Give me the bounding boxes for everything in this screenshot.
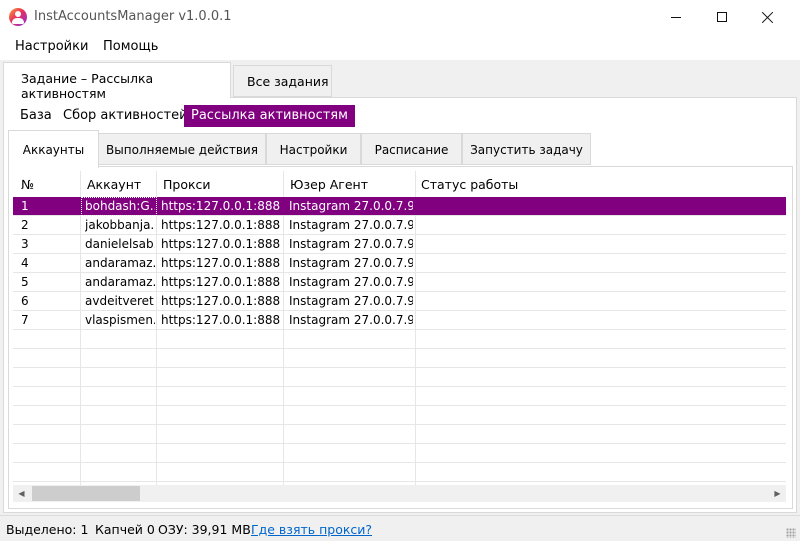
cell-status: [421, 294, 781, 310]
cell-proxy: https:127.0.0.1:8888: [161, 275, 281, 289]
empty-row: [13, 425, 786, 444]
empty-row: [13, 349, 786, 368]
column-header-status[interactable]: Статус работы: [421, 177, 518, 192]
cell-proxy: https:127.0.0.1:8888: [161, 218, 281, 232]
table-row[interactable]: 6 avdeitveret... https:127.0.0.1:8888 In…: [13, 292, 786, 311]
cell-number: 2: [21, 218, 29, 232]
cell-user-agent: Instagram 27.0.0.7.97...: [289, 237, 413, 251]
scroll-thumb[interactable]: [32, 486, 140, 501]
subtab-collect-activities[interactable]: Сбор активностей: [56, 105, 195, 127]
cell-proxy: https:127.0.0.1:8888: [161, 294, 281, 308]
tab-run-task[interactable]: Запустить задачу: [462, 133, 591, 165]
captcha-count: Капчей 0: [95, 522, 155, 537]
cell-number: 3: [21, 237, 29, 251]
cell-account: andaramaz...: [85, 275, 155, 289]
accounts-grid[interactable]: № Аккаунт Прокси Юзер Агент Статус работ…: [13, 171, 786, 485]
empty-row: [13, 406, 786, 425]
grid-header: № Аккаунт Прокси Юзер Агент Статус работ…: [13, 171, 786, 197]
empty-row: [13, 368, 786, 387]
cell-account: bohdash:G...: [85, 199, 155, 213]
table-row[interactable]: 1 bohdash:G... https:127.0.0.1:8888 Inst…: [13, 197, 786, 216]
table-row[interactable]: 2 jakobbanja... https:127.0.0.1:8888 Ins…: [13, 216, 786, 235]
cell-status: [421, 275, 781, 291]
empty-row: [13, 463, 786, 482]
cell-number: 7: [21, 313, 29, 327]
selected-count: Выделено: 1: [6, 522, 89, 537]
column-header-account[interactable]: Аккаунт: [87, 177, 141, 192]
cell-status: [421, 218, 781, 234]
cell-user-agent: Instagram 27.0.0.7.97...: [289, 199, 413, 213]
cell-user-agent: Instagram 27.0.0.7.97...: [289, 218, 413, 232]
table-row[interactable]: 7 vlaspismen... https:127.0.0.1:8888 Ins…: [13, 311, 786, 330]
maximize-button[interactable]: [699, 0, 745, 34]
cell-status: [421, 313, 781, 329]
cell-user-agent: Instagram 27.0.0.7.97...: [289, 275, 413, 289]
cell-account: avdeitveret...: [85, 294, 155, 308]
cell-user-agent: Instagram 27.0.0.7.97...: [289, 256, 413, 270]
empty-row: [13, 387, 786, 406]
column-header-proxy[interactable]: Прокси: [163, 177, 211, 192]
resize-grip[interactable]: [786, 528, 796, 538]
ram-usage: ОЗУ: 39,91 MB: [158, 522, 251, 537]
empty-row: [13, 444, 786, 463]
cell-account: jakobbanja...: [85, 218, 155, 232]
title-bar: InstAccountsManager v1.0.0.1: [0, 0, 800, 34]
empty-row: [13, 330, 786, 349]
minimize-button[interactable]: [653, 0, 699, 34]
horizontal-scrollbar[interactable]: ◀ ▶: [13, 485, 786, 502]
cell-account: andaramaz...: [85, 256, 155, 270]
grid-body: 1 bohdash:G... https:127.0.0.1:8888 Inst…: [13, 197, 786, 482]
chevron-right-icon[interactable]: ▶: [769, 485, 786, 502]
subtab-send-activities[interactable]: Рассылка активностям: [184, 105, 355, 127]
cell-status: [421, 237, 781, 253]
tab-all-tasks[interactable]: Все задания: [233, 65, 332, 97]
status-bar: Выделено: 1 Капчей 0 ОЗУ: 39,91 MB Где в…: [0, 515, 800, 541]
window-title: InstAccountsManager v1.0.0.1: [34, 9, 232, 24]
cell-number: 4: [21, 256, 29, 270]
close-icon: [762, 11, 774, 23]
proxy-link[interactable]: Где взять прокси?: [251, 522, 372, 537]
subtab-base[interactable]: База: [13, 105, 59, 127]
cell-user-agent: Instagram 27.0.0.7.97...: [289, 294, 413, 308]
menu-bar: Настройки Помощь: [0, 34, 800, 60]
tab-current-task[interactable]: Задание – Рассылка активностям: [3, 62, 231, 101]
close-button[interactable]: [745, 0, 791, 34]
column-header-number[interactable]: №: [21, 177, 34, 192]
tab-schedule[interactable]: Расписание: [361, 133, 462, 165]
cell-proxy: https:127.0.0.1:8888: [161, 313, 281, 327]
table-row[interactable]: 3 danielelsab... https:127.0.0.1:8888 In…: [13, 235, 786, 254]
cell-account: vlaspismen...: [85, 313, 155, 327]
user-circle-icon: [9, 8, 27, 26]
cell-number: 6: [21, 294, 29, 308]
cell-account: danielelsab...: [85, 237, 155, 251]
table-row[interactable]: 4 andaramaz... https:127.0.0.1:8888 Inst…: [13, 254, 786, 273]
tab-actions[interactable]: Выполняемые действия: [98, 133, 266, 165]
cell-proxy: https:127.0.0.1:8888: [161, 256, 281, 270]
column-header-user-agent[interactable]: Юзер Агент: [290, 177, 368, 192]
cell-user-agent: Instagram 27.0.0.7.97...: [289, 313, 413, 327]
cell-proxy: https:127.0.0.1:8888: [161, 237, 281, 251]
cell-proxy: https:127.0.0.1:8888: [161, 199, 281, 213]
minimize-icon: [671, 16, 681, 18]
menu-help[interactable]: Помощь: [103, 39, 158, 54]
cell-status: [421, 256, 781, 272]
tab-accounts[interactable]: Аккаунты: [8, 130, 99, 168]
tab-settings[interactable]: Настройки: [266, 133, 361, 165]
cell-status: [421, 199, 781, 215]
menu-settings[interactable]: Настройки: [15, 39, 88, 54]
table-row[interactable]: 5 andaramaz... https:127.0.0.1:8888 Inst…: [13, 273, 786, 292]
maximize-icon: [717, 12, 727, 22]
cell-number: 1: [21, 199, 29, 213]
cell-number: 5: [21, 275, 29, 289]
chevron-left-icon[interactable]: ◀: [13, 485, 30, 502]
